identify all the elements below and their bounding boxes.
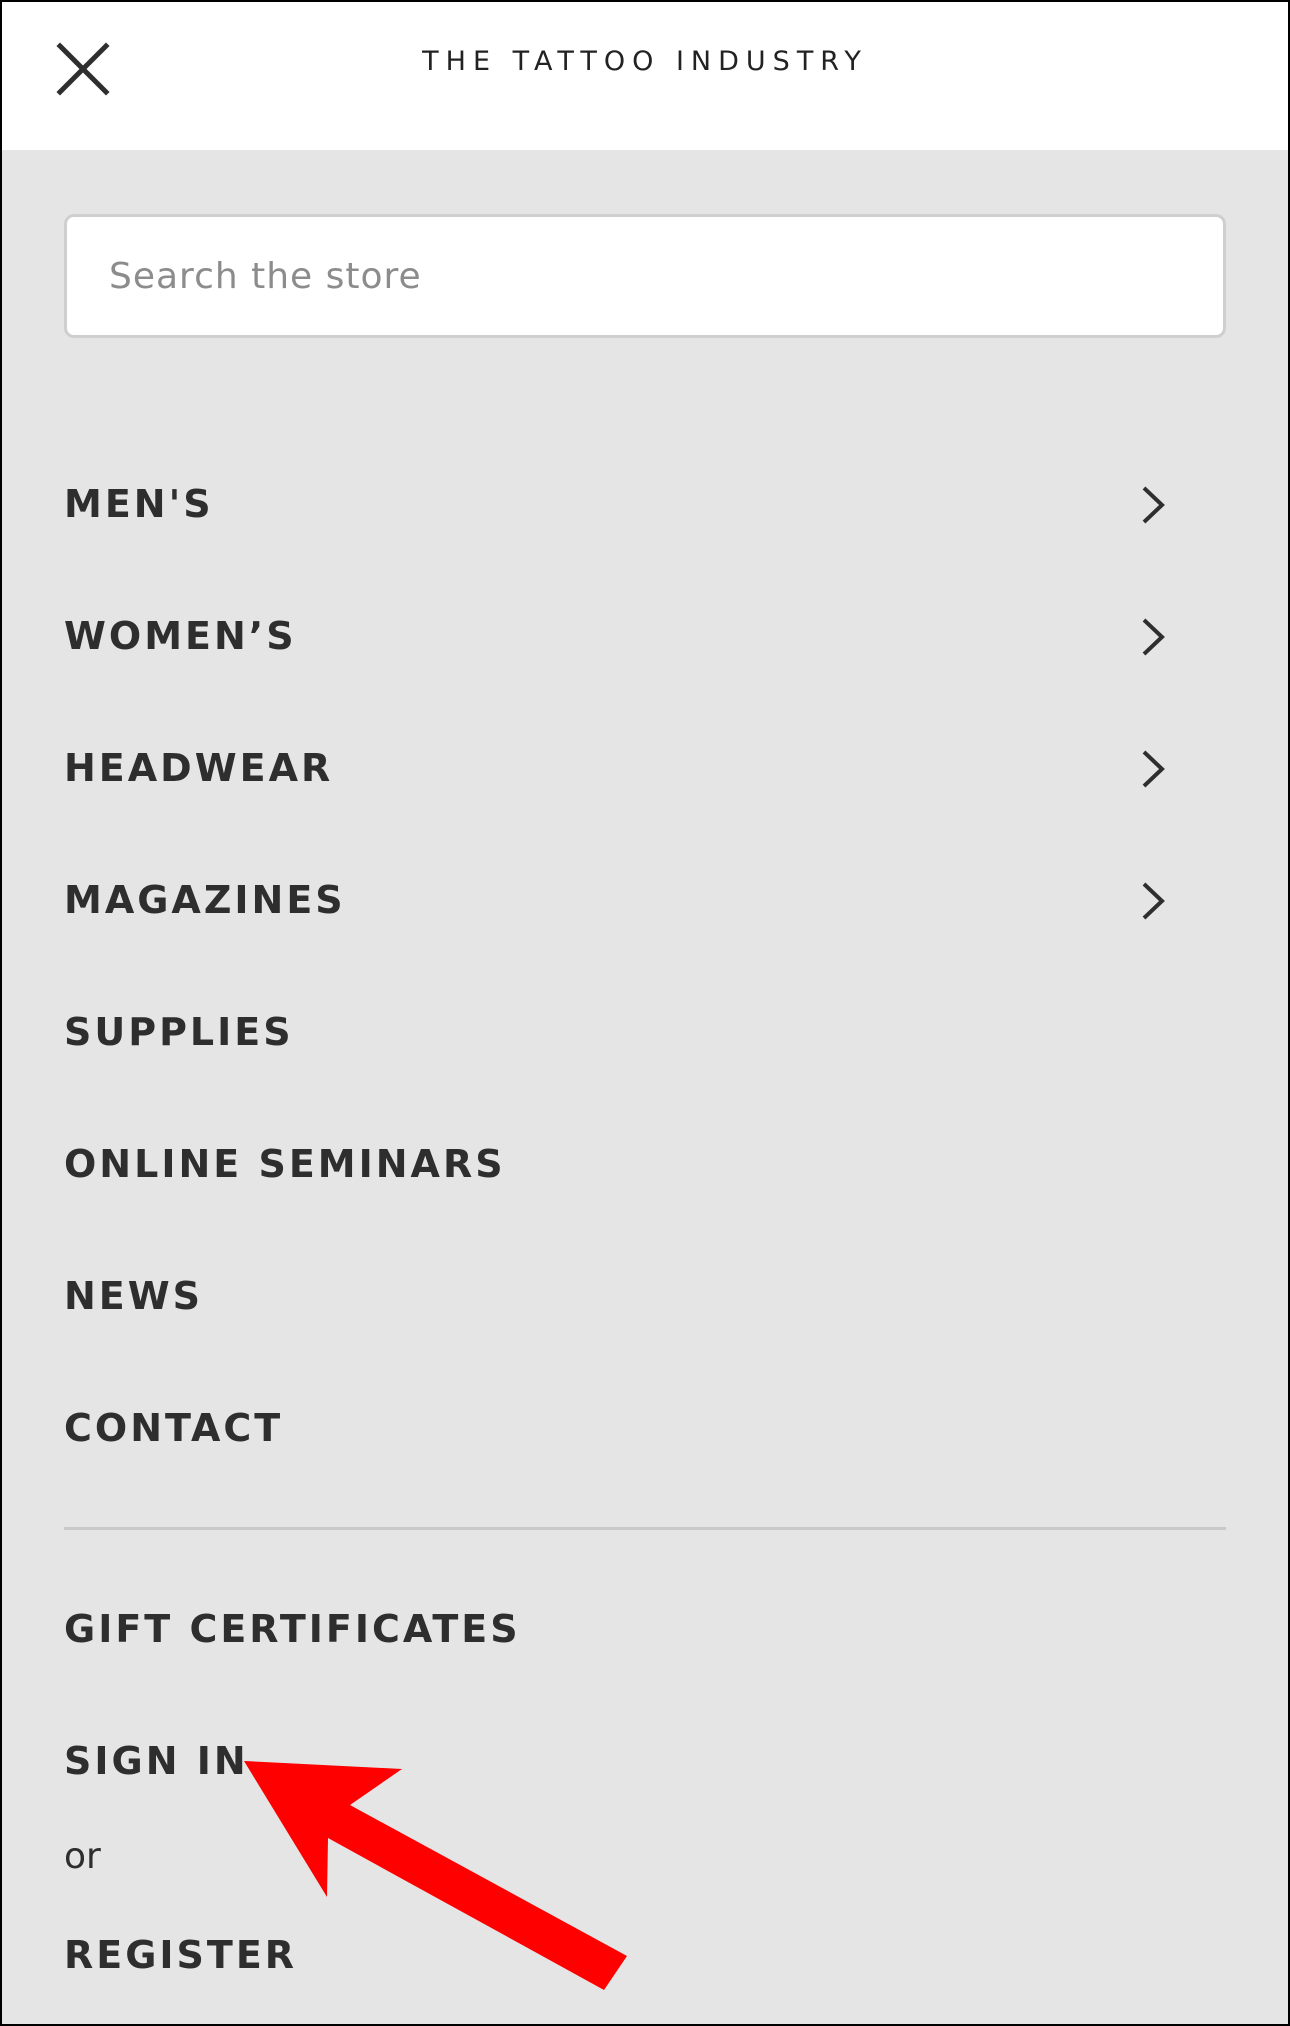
menu-item-label: CONTACT — [64, 1406, 284, 1450]
menu-item-label: SUPPLIES — [64, 1010, 294, 1054]
chevron-right-icon[interactable] — [1138, 880, 1168, 922]
register-label: REGISTER — [64, 1933, 298, 1977]
sign-in-link[interactable]: SIGN IN — [64, 1721, 1226, 1801]
menu-item-contact[interactable]: CONTACT — [64, 1388, 1226, 1468]
menu-item-label: WOMEN’S — [64, 614, 297, 658]
store-title[interactable]: THE TATTOO INDUSTRY — [0, 46, 1290, 77]
menu-item-label: ONLINE SEMINARS — [64, 1142, 506, 1186]
menu-item-mens[interactable]: MEN'S — [64, 464, 1226, 544]
menu-item-womens[interactable]: WOMEN’S — [64, 596, 1226, 676]
menu-item-label: MAGAZINES — [64, 878, 346, 922]
menu-item-headwear[interactable]: HEADWEAR — [64, 728, 1226, 808]
menu-item-news[interactable]: NEWS — [64, 1256, 1226, 1336]
register-link[interactable]: REGISTER — [64, 1915, 1226, 1995]
search-input[interactable] — [64, 214, 1226, 338]
gift-certificates-link[interactable]: GIFT CERTIFICATES — [64, 1589, 1226, 1669]
menu-divider — [64, 1527, 1226, 1530]
or-text: or — [64, 1836, 101, 1877]
menu-item-label: NEWS — [64, 1274, 204, 1318]
chevron-right-icon[interactable] — [1138, 616, 1168, 658]
menu-item-label: MEN'S — [64, 482, 214, 526]
sign-in-label: SIGN IN — [64, 1739, 249, 1783]
chevron-right-icon[interactable] — [1138, 748, 1168, 790]
chevron-right-icon[interactable] — [1138, 484, 1168, 526]
menu-item-label: HEADWEAR — [64, 746, 334, 790]
gift-certificates-label: GIFT CERTIFICATES — [64, 1607, 521, 1651]
menu-item-magazines[interactable]: MAGAZINES — [64, 860, 1226, 940]
menu-item-online-seminars[interactable]: ONLINE SEMINARS — [64, 1124, 1226, 1204]
menu-item-supplies[interactable]: SUPPLIES — [64, 992, 1226, 1072]
drawer-header: THE TATTOO INDUSTRY — [0, 0, 1290, 150]
